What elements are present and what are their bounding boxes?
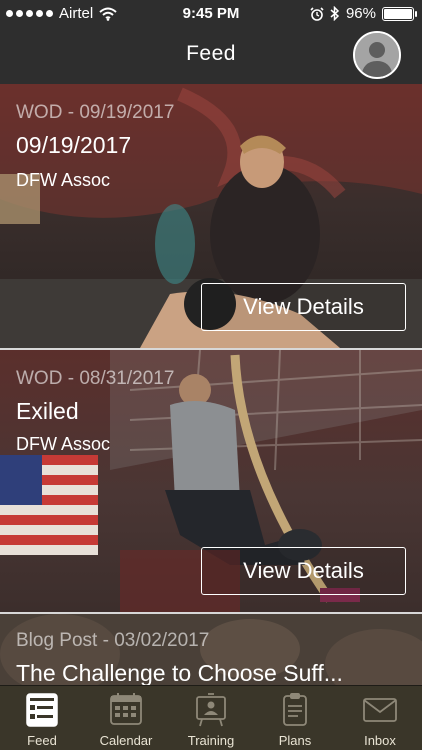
user-avatar-icon[interactable] [353, 31, 401, 79]
card-meta: WOD - 08/31/2017 [16, 368, 175, 389]
calendar-icon [110, 693, 142, 725]
plans-icon [283, 693, 307, 726]
battery-percent: 96% [345, 5, 376, 22]
card-title: Exiled [16, 398, 79, 424]
bluetooth-icon [330, 6, 340, 21]
view-details-button[interactable]: View Details [201, 283, 406, 331]
top-bar: Airtel 9:45 PM 96% Feed [0, 0, 422, 84]
card-meta: Blog Post - 03/02/2017 [16, 630, 210, 651]
alarm-icon [310, 6, 324, 21]
view-details-button[interactable]: View Details [201, 547, 406, 595]
tab-label: Plans [278, 733, 312, 748]
tab-inbox[interactable]: Inbox [338, 686, 422, 750]
tab-calendar[interactable]: Calendar [84, 686, 168, 750]
training-icon [196, 693, 226, 727]
tab-bar: Feed Calendar Training Plans Inbox [0, 685, 422, 750]
tab-feed[interactable]: Feed [0, 686, 84, 750]
battery-fill [384, 8, 412, 19]
card-org: DFW Assoc [16, 170, 111, 190]
inbox-icon [363, 698, 397, 722]
status-bar: Airtel 9:45 PM 96% [0, 0, 422, 28]
card-org: DFW Assoc [16, 434, 111, 454]
feed-card[interactable]: WOD - 09/19/2017 09/19/2017 DFW Assoc Vi… [0, 84, 422, 348]
feed-icon [26, 693, 58, 727]
battery-icon [382, 6, 417, 21]
tab-label: Training [187, 733, 235, 748]
feed-card[interactable]: WOD - 08/31/2017 Exiled DFW Assoc View D… [0, 350, 422, 612]
card-title: The Challenge to Choose Suff... [16, 660, 343, 686]
tab-plans[interactable]: Plans [253, 686, 337, 750]
feed-card[interactable]: Blog Post - 03/02/2017 The Challenge to … [0, 614, 422, 686]
avatar-silhouette-icon [355, 33, 399, 77]
tab-label: Feed [27, 733, 57, 748]
card-title: 09/19/2017 [16, 132, 132, 158]
feed-list[interactable]: WOD - 09/19/2017 09/19/2017 DFW Assoc Vi… [0, 84, 422, 686]
card-meta: WOD - 09/19/2017 [16, 102, 175, 123]
tab-label: Inbox [364, 733, 396, 748]
tab-label: Calendar [99, 733, 153, 748]
tab-training[interactable]: Training [169, 686, 253, 750]
status-right: 96% [310, 5, 417, 22]
